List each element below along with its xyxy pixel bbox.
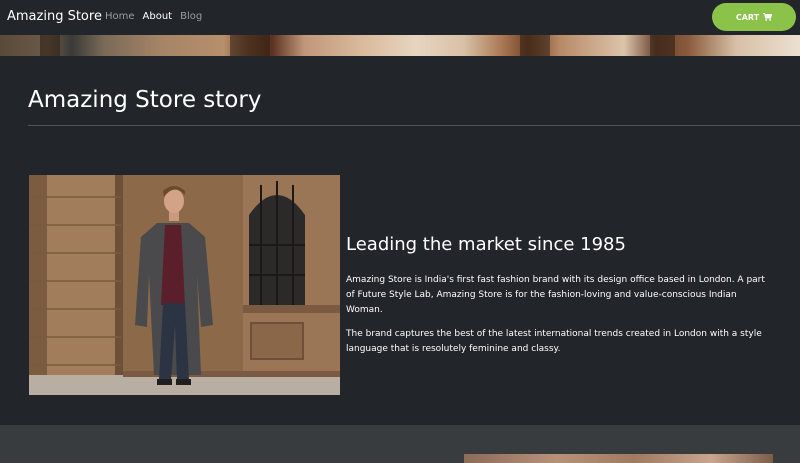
feature-heading: Leading the market since 1985	[346, 234, 626, 255]
nav-link-home[interactable]: Home	[105, 11, 135, 22]
page-title: Amazing Store story	[28, 87, 262, 113]
nav-links: Home About Blog	[105, 11, 210, 22]
feature-photo	[29, 175, 340, 395]
nav-link-about[interactable]: About	[143, 11, 173, 22]
hero-banner-image	[0, 35, 800, 56]
navbar: Amazing Store Home About Blog CART	[0, 0, 800, 35]
cart-icon	[763, 13, 773, 21]
lower-section-photo	[464, 454, 773, 463]
feature-paragraph: The brand captures the best of the lates…	[346, 329, 762, 354]
cart-button-label: CART	[735, 12, 760, 22]
cart-button[interactable]: CART	[712, 3, 796, 31]
nav-link-blog[interactable]: Blog	[180, 11, 202, 22]
brand-logo[interactable]: Amazing Store	[7, 9, 102, 24]
feature-paragraph: Amazing Store is India's first fast fash…	[346, 275, 765, 315]
title-divider	[28, 125, 800, 126]
